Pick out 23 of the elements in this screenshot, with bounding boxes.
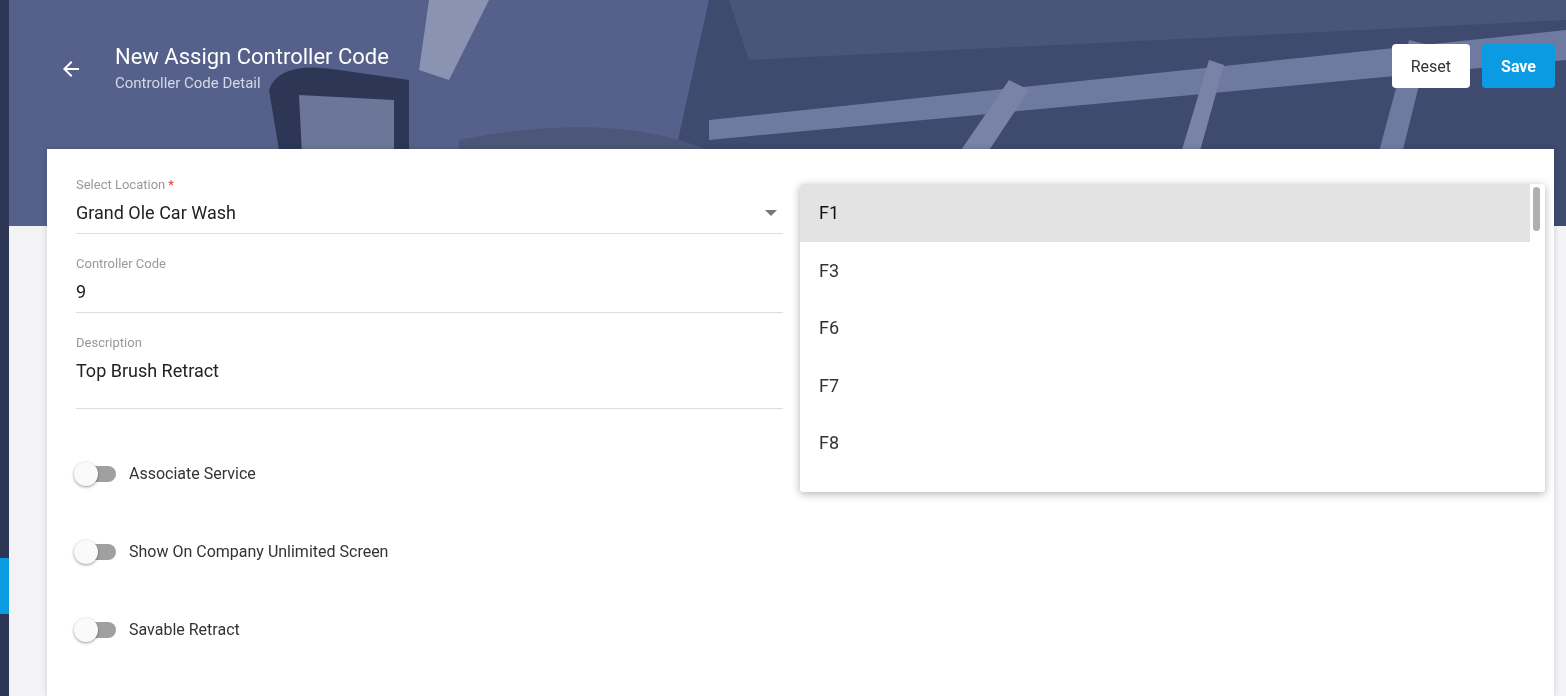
toggle-label: Show On Company Unlimited Screen bbox=[129, 541, 389, 561]
dropdown-option[interactable]: F3 bbox=[800, 241, 1530, 300]
input-field[interactable]: Description Top Brush Retract bbox=[76, 335, 783, 409]
toggle-label: Savable Retract bbox=[129, 619, 240, 639]
reset-button[interactable]: Reset bbox=[1391, 44, 1471, 88]
field-value: 9 bbox=[76, 281, 87, 302]
caret-icon bbox=[765, 209, 777, 216]
dropdown-option[interactable]: F8 bbox=[800, 414, 1530, 472]
field-value: Top Brush Retract bbox=[76, 360, 219, 381]
dropdown-option[interactable]: F6 bbox=[800, 299, 1530, 357]
field-label: Select Location bbox=[76, 177, 166, 192]
page-subtitle: Controller Code Detail bbox=[115, 74, 262, 92]
location-select[interactable]: Select Location * Grand Ole Car Wash bbox=[76, 177, 783, 234]
page-title: New Assign Controller Code bbox=[115, 44, 390, 69]
scrollbar-thumb[interactable] bbox=[1533, 187, 1540, 231]
required-mark: * bbox=[168, 177, 174, 192]
input-field[interactable]: Controller Code 9 bbox=[76, 256, 783, 313]
field-label: Controller Code bbox=[76, 256, 166, 271]
field-label: Description bbox=[76, 335, 142, 350]
toggle-label: Associate Service bbox=[129, 463, 256, 483]
dropdown-option[interactable]: F1 bbox=[800, 184, 1530, 242]
field-value: Grand Ole Car Wash bbox=[76, 202, 236, 223]
dropdown-option[interactable]: F7 bbox=[800, 356, 1530, 415]
